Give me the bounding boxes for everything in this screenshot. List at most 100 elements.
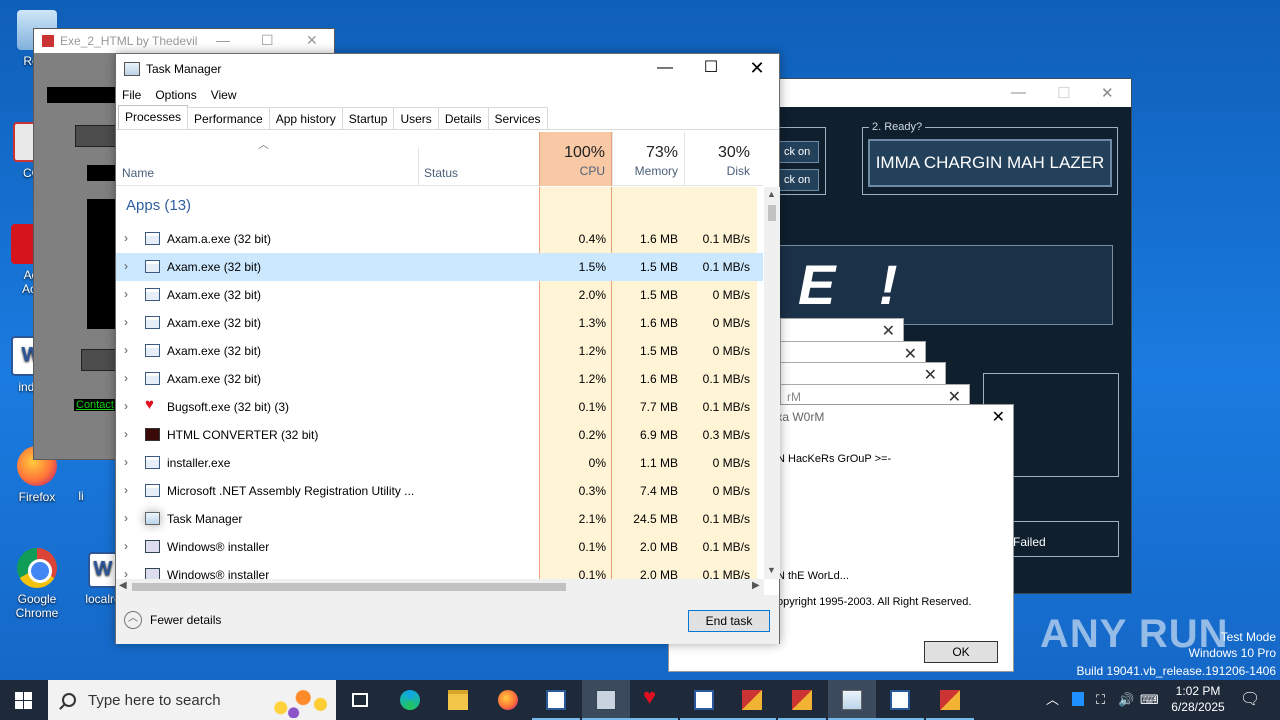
start-button[interactable] xyxy=(0,680,48,720)
exe-button-2[interactable] xyxy=(81,349,117,371)
process-row[interactable]: › ♥ Bugsoft.exe (32 bit) (3) 0.1% 7.7 MB 0.1 … xyxy=(116,393,763,421)
vertical-scrollbar[interactable]: ▲ ▼ xyxy=(764,187,780,579)
chevron-right-icon[interactable]: › xyxy=(124,343,128,357)
column-cpu[interactable]: 100% CPU xyxy=(539,132,612,186)
task-view-button[interactable] xyxy=(336,680,384,720)
process-row[interactable]: › installer.exe 0% 1.1 MB 0 MB/s xyxy=(116,449,763,477)
tab-services[interactable]: Services xyxy=(487,107,548,129)
taskbar-edge[interactable] xyxy=(386,680,434,720)
close-icon[interactable]: ✕ xyxy=(904,344,917,364)
minimize-icon[interactable]: — xyxy=(642,54,688,84)
group-header-apps[interactable]: Apps (13) xyxy=(126,197,191,214)
taskbar-firefox[interactable] xyxy=(484,680,532,720)
process-row[interactable]: › Axam.exe (32 bit) 1.5% 1.5 MB 0.1 MB/s xyxy=(116,253,763,281)
chevron-right-icon[interactable]: › xyxy=(124,315,128,329)
minimize-icon[interactable]: — xyxy=(216,32,230,48)
process-row[interactable]: › Axam.a.exe (32 bit) 0.4% 1.6 MB 0.1 MB/s xyxy=(116,225,763,253)
taskbar-search[interactable]: Type here to search xyxy=(48,680,336,720)
taskbar-bugsoft[interactable]: ♥ xyxy=(630,680,678,720)
process-row[interactable]: › Task Manager 2.1% 24.5 MB 0.1 MB/s xyxy=(116,505,763,533)
chevron-right-icon[interactable]: › xyxy=(124,511,128,525)
taskbar-task-manager[interactable] xyxy=(828,680,876,720)
process-row[interactable]: › Axam.exe (32 bit) 1.2% 1.5 MB 0 MB/s xyxy=(116,337,763,365)
chevron-right-icon[interactable]: › xyxy=(124,483,128,497)
charge-lazer-button[interactable]: IMMA CHARGIN MAH LAZER xyxy=(868,139,1112,187)
scroll-up-icon[interactable]: ▲ xyxy=(767,189,776,199)
column-name[interactable]: Name xyxy=(122,166,154,180)
close-icon[interactable]: ✕ xyxy=(992,407,1005,427)
tab-app-history[interactable]: App history xyxy=(268,107,343,129)
close-icon[interactable]: ✕ xyxy=(882,321,895,341)
scroll-left-icon[interactable]: ◀ xyxy=(119,580,127,591)
contact-link[interactable]: Contact xyxy=(74,399,116,411)
chevron-right-icon[interactable]: › xyxy=(124,231,128,245)
column-disk[interactable]: 30% Disk xyxy=(684,132,756,186)
scroll-right-icon[interactable]: ▶ xyxy=(752,580,760,591)
maximize-icon[interactable]: ☐ xyxy=(688,54,734,84)
exe2html-titlebar[interactable]: Exe_2_HTML by Thedevil — ☐ ✕ xyxy=(34,29,334,53)
chevron-right-icon[interactable]: › xyxy=(124,567,128,579)
chevron-right-icon[interactable]: › xyxy=(124,539,128,553)
close-icon[interactable]: ✕ xyxy=(1101,84,1114,102)
maximize-icon[interactable]: ☐ xyxy=(1057,84,1070,102)
menu-view[interactable]: View xyxy=(211,88,237,102)
process-row[interactable]: › Axam.exe (32 bit) 2.0% 1.5 MB 0 MB/s xyxy=(116,281,763,309)
minimize-icon[interactable]: — xyxy=(1011,84,1026,101)
menu-file[interactable]: File xyxy=(122,88,141,102)
desktop-icon-chrome[interactable]: Google Chrome xyxy=(6,548,68,620)
chevron-right-icon[interactable]: › xyxy=(124,287,128,301)
taskbar-app-6[interactable] xyxy=(926,680,974,720)
tray-app-icon[interactable] xyxy=(1072,692,1084,706)
tab-details[interactable]: Details xyxy=(437,107,489,129)
column-status[interactable]: Status xyxy=(424,166,458,180)
close-icon[interactable]: ✕ xyxy=(924,365,937,385)
chevron-right-icon[interactable]: › xyxy=(124,259,128,273)
scroll-down-icon[interactable]: ▼ xyxy=(767,565,776,575)
taskbar-app-5[interactable] xyxy=(876,680,924,720)
chevron-right-icon[interactable]: › xyxy=(124,427,128,441)
process-row[interactable]: › Microsoft .NET Assembly Registration Ut… xyxy=(116,477,763,505)
tab-startup[interactable]: Startup xyxy=(341,107,395,129)
taskbar-app-1[interactable] xyxy=(532,680,580,720)
tab-performance[interactable]: Performance xyxy=(187,107,270,129)
notification-icon[interactable]: 🗨 xyxy=(1240,680,1260,720)
tab-users[interactable]: Users xyxy=(393,107,439,129)
task-manager-window[interactable]: Task Manager — ☐ ✕ File Options View Pro… xyxy=(115,53,780,644)
lazer-titlebar[interactable]: — ☐ ✕ xyxy=(773,79,1131,107)
chevron-right-icon[interactable]: › xyxy=(124,371,128,385)
column-divider[interactable] xyxy=(418,147,419,185)
taskbar-explorer[interactable] xyxy=(434,680,482,720)
horizontal-scrollbar[interactable]: ◀ ▶ xyxy=(116,579,764,595)
process-row[interactable]: › HTML CONVERTER (32 bit) 0.2% 6.9 MB 0.3 MB… xyxy=(116,421,763,449)
menu-options[interactable]: Options xyxy=(155,88,196,102)
process-name: Axam.exe (32 bit) xyxy=(167,316,262,330)
tab-processes[interactable]: Processes xyxy=(118,105,189,129)
end-task-button[interactable]: End task xyxy=(688,610,770,632)
task-manager-titlebar[interactable]: Task Manager — ☐ ✕ xyxy=(116,54,779,84)
taskbar-app-2[interactable] xyxy=(680,680,728,720)
show-hidden-icons[interactable]: ︿ xyxy=(1046,680,1059,720)
process-row[interactable]: › Windows® installer 0.1% 2.0 MB 0.1 MB/s xyxy=(116,533,763,561)
chevron-right-icon[interactable]: › xyxy=(124,399,128,413)
ok-button[interactable]: OK xyxy=(924,641,998,663)
fewer-details-button[interactable]: ︿ Fewer details xyxy=(124,611,221,629)
taskbar-app-3[interactable] xyxy=(728,680,776,720)
column-memory[interactable]: 73% Memory xyxy=(612,132,684,186)
process-row[interactable]: › Axam.exe (32 bit) 1.2% 1.6 MB 0.1 MB/s xyxy=(116,365,763,393)
window-icon xyxy=(890,690,910,710)
scroll-thumb[interactable] xyxy=(768,205,776,221)
speaker-icon[interactable]: 🔊 xyxy=(1118,680,1134,720)
hscroll-thumb[interactable] xyxy=(132,583,566,591)
process-row[interactable]: › Axam.exe (32 bit) 1.3% 1.6 MB 0 MB/s xyxy=(116,309,763,337)
close-icon[interactable]: ✕ xyxy=(306,32,318,49)
clock[interactable]: 1:02 PM 6/28/2025 xyxy=(1160,683,1236,715)
network-icon[interactable]: ⛶ xyxy=(1096,680,1105,720)
maximize-icon[interactable]: ☐ xyxy=(261,32,274,49)
language-icon[interactable]: ⌨ xyxy=(1140,680,1159,720)
close-icon[interactable]: ✕ xyxy=(734,54,780,84)
process-row[interactable]: › Windows® installer 0.1% 2.0 MB 0.1 MB/s xyxy=(116,561,763,579)
desktop-icon-li[interactable]: li xyxy=(66,458,96,503)
chevron-right-icon[interactable]: › xyxy=(124,455,128,469)
taskbar-app-4[interactable] xyxy=(778,680,826,720)
taskbar-installer[interactable] xyxy=(582,680,630,720)
